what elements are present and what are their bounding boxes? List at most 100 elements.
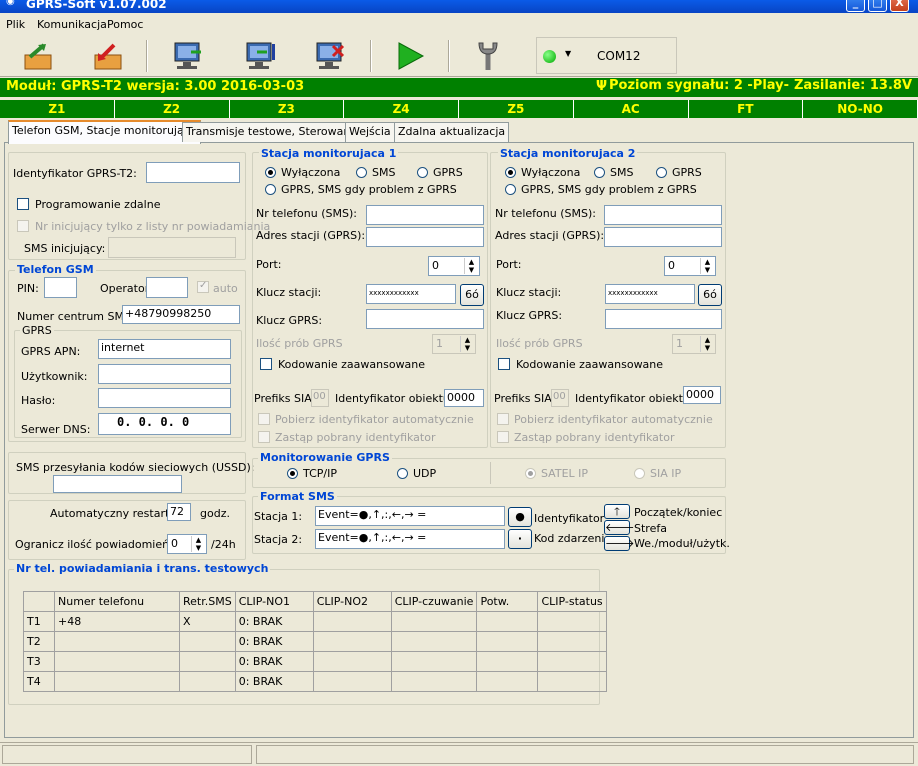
station1-key-toggle-button[interactable]: 6ó [460, 284, 484, 306]
tab-inputs[interactable]: Wejścia [345, 122, 395, 142]
station2-off-radio[interactable] [505, 167, 516, 178]
write-button[interactable] [78, 38, 138, 74]
table-row[interactable]: T4 0: BRAK [23, 671, 607, 692]
operator-field[interactable] [146, 277, 188, 298]
station1-phone-field[interactable] [366, 205, 484, 225]
table-cell[interactable] [390, 671, 478, 692]
tab-test-transmissions[interactable]: Transmisje testowe, Sterowanie [182, 122, 365, 142]
station1-gprs-sms-radio[interactable] [265, 184, 276, 195]
sms-center-field[interactable]: +48790998250 [122, 305, 240, 324]
restart-field[interactable]: 72 [167, 503, 191, 521]
satel-ip-radio[interactable] [525, 468, 536, 479]
table-cell[interactable] [179, 651, 236, 672]
station2-gprs-radio[interactable] [656, 167, 667, 178]
ussd-field[interactable] [53, 475, 182, 493]
insert-zone-button[interactable]: 🡐 [604, 520, 635, 535]
table-cell[interactable] [312, 611, 392, 632]
table-cell[interactable] [179, 671, 236, 692]
station2-sia-field[interactable]: 00 [551, 389, 569, 407]
table-cell[interactable] [537, 651, 607, 672]
tab-remote-update[interactable]: Zdalna aktualizacja [394, 122, 510, 142]
station2-key-field[interactable]: xxxxxxxxxxxx [605, 284, 695, 304]
table-cell[interactable] [179, 631, 236, 652]
station2-addr-field[interactable] [604, 227, 722, 247]
table-cell[interactable] [54, 651, 180, 672]
station1-gprs-radio[interactable] [417, 167, 428, 178]
table-cell[interactable]: 0: BRAK [234, 671, 314, 692]
table-cell[interactable]: 0: BRAK [234, 611, 314, 632]
station2-tries-stepper[interactable]: 1 ▲ ▼ [672, 334, 716, 354]
remote-programming-checkbox[interactable] [17, 198, 29, 210]
table-cell[interactable]: 0: BRAK [234, 651, 314, 672]
station1-sia-field[interactable]: 00 [311, 389, 329, 407]
table-cell[interactable] [537, 611, 607, 632]
stepper-arrows-icon[interactable]: ▲ ▼ [464, 258, 478, 274]
insert-input-button[interactable]: 🡒 [604, 536, 635, 551]
table-cell[interactable] [537, 671, 607, 692]
user-field[interactable] [98, 364, 231, 384]
station1-port-stepper[interactable]: 0 ▲ ▼ [428, 256, 480, 276]
station1-obj-field[interactable]: 0000 [444, 389, 484, 407]
table-row[interactable]: T2 0: BRAK [23, 631, 607, 652]
station2-replace-id-checkbox[interactable] [497, 431, 509, 443]
table-row[interactable]: T1 +48 X 0: BRAK [23, 611, 607, 632]
table-cell[interactable] [390, 651, 478, 672]
table-cell[interactable] [476, 671, 539, 692]
stepper-arrows-icon[interactable]: ▲ ▼ [700, 258, 714, 274]
table-cell[interactable] [312, 651, 392, 672]
table-cell[interactable] [476, 651, 539, 672]
maximize-button[interactable]: □ [868, 0, 887, 12]
format-s2-field[interactable]: Event=●,↑,:,←,→ = [315, 529, 505, 549]
connect-button[interactable] [158, 38, 218, 74]
station2-adv-checkbox[interactable] [498, 358, 510, 370]
password-field[interactable] [98, 388, 231, 408]
tab-gsm-stations[interactable]: Telefon GSM, Stacje monitorujące [8, 120, 201, 144]
station2-auto-id-checkbox[interactable] [497, 413, 509, 425]
station1-adv-checkbox[interactable] [260, 358, 272, 370]
com-selector[interactable]: ▼ COM12 [536, 37, 677, 74]
init-only-checkbox[interactable] [17, 220, 29, 232]
station1-key-field[interactable]: xxxxxxxxxxxx [366, 284, 456, 304]
minimize-button[interactable]: _ [846, 0, 865, 12]
module-id-field[interactable] [146, 162, 240, 183]
auto-operator-checkbox[interactable]: ✓ [197, 280, 209, 293]
station1-gprs-key-field[interactable] [366, 309, 484, 329]
read-button[interactable] [8, 38, 68, 74]
sms-init-field[interactable] [108, 237, 236, 258]
table-cell[interactable] [312, 631, 392, 652]
udp-radio[interactable] [397, 468, 408, 479]
table-cell[interactable] [476, 611, 539, 632]
station2-phone-field[interactable] [604, 205, 722, 225]
table-cell[interactable] [390, 631, 478, 652]
insert-id-button[interactable]: ● [508, 507, 532, 527]
apn-field[interactable]: internet [98, 339, 231, 359]
close-button[interactable]: X [890, 0, 909, 12]
pin-field[interactable] [44, 277, 77, 298]
station2-port-stepper[interactable]: 0 ▲ ▼ [664, 256, 716, 276]
menu-komunikacja[interactable]: Komunikacja [37, 18, 107, 31]
station2-obj-field[interactable]: 0000 [683, 386, 721, 404]
format-s1-field[interactable]: Event=●,↑,:,←,→ = [315, 506, 505, 526]
connect-serial-button[interactable] [230, 38, 290, 74]
table-cell[interactable]: 0: BRAK [234, 631, 314, 652]
table-cell[interactable] [312, 671, 392, 692]
dns-field[interactable]: 0. 0. 0. 0 [98, 413, 231, 435]
menu-plik[interactable]: Plik [6, 18, 25, 31]
station1-off-radio[interactable] [265, 167, 276, 178]
station1-replace-id-checkbox[interactable] [258, 431, 270, 443]
station1-addr-field[interactable] [366, 227, 484, 247]
insert-start-end-button[interactable]: 🡑 [604, 504, 630, 519]
sia-ip-radio[interactable] [634, 468, 645, 479]
table-cell[interactable] [390, 611, 478, 632]
stepper-arrows-icon[interactable]: ▲ ▼ [460, 336, 474, 352]
table-cell[interactable] [54, 671, 180, 692]
limit-stepper[interactable]: 0 ▲ ▼ [167, 534, 207, 554]
station2-gprs-key-field[interactable] [605, 309, 722, 329]
station1-auto-id-checkbox[interactable] [258, 413, 270, 425]
tcp-radio[interactable] [287, 468, 298, 479]
table-cell[interactable] [54, 631, 180, 652]
station1-tries-stepper[interactable]: 1 ▲ ▼ [432, 334, 476, 354]
station2-key-toggle-button[interactable]: 6ó [698, 284, 722, 306]
table-cell[interactable] [537, 631, 607, 652]
station1-sms-radio[interactable] [356, 167, 367, 178]
